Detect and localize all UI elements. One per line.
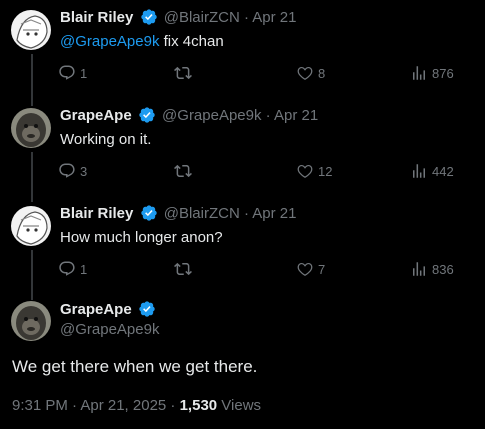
like-icon — [297, 164, 313, 178]
mention-link[interactable]: @GrapeApe9k — [60, 33, 159, 50]
views-label: Views — [217, 397, 262, 414]
views-button[interactable]: 836 — [410, 259, 454, 279]
like-count: 7 — [318, 261, 326, 277]
main-tweet-name-row: GrapeApe — [60, 300, 158, 320]
separator: · — [243, 9, 249, 26]
tweet-text-content: fix 4chan — [159, 33, 224, 50]
like-button[interactable]: 7 — [296, 259, 325, 279]
main-tweet-handle-row: @GrapeApe9k — [60, 320, 159, 340]
reply-icon — [59, 261, 75, 276]
separator: · — [265, 107, 271, 124]
repost-icon — [174, 262, 192, 276]
views-count: 442 — [432, 163, 454, 179]
thread-line — [31, 54, 33, 106]
avatar[interactable] — [11, 301, 51, 341]
reply-button[interactable]: 1 — [58, 63, 87, 83]
views-icon — [413, 262, 425, 276]
repost-icon — [174, 66, 192, 80]
like-count: 8 — [318, 65, 326, 81]
timestamp[interactable]: Apr 21 — [252, 9, 296, 26]
views-button[interactable]: 442 — [410, 161, 454, 181]
action-bar: 1 8 876 — [58, 63, 468, 83]
reply-button[interactable]: 3 — [58, 161, 87, 181]
views-count: 1,530 — [179, 397, 218, 414]
tweet-header: GrapeApe @GrapeApe9k · Apr 21 — [60, 106, 318, 126]
reply-icon — [59, 163, 75, 178]
tweet-header: Blair Riley @BlairZCN · Apr 21 — [60, 8, 297, 28]
like-icon — [297, 66, 313, 80]
tweet-text: Working on it. — [60, 131, 152, 148]
like-icon — [297, 262, 313, 276]
thread-line — [31, 152, 33, 202]
tweet-text: @GrapeApe9k fix 4chan — [60, 32, 224, 52]
verified-icon — [139, 107, 155, 123]
handle[interactable]: @GrapeApe9k — [162, 107, 261, 124]
main-tweet-text: We get there when we get there. — [12, 357, 258, 376]
views-icon — [413, 66, 425, 80]
tweet-meta: 9:31 PM · Apr 21, 2025 · 1,530 Views — [12, 396, 261, 416]
separator: · — [243, 205, 249, 222]
tweet-header: Blair Riley @BlairZCN · Apr 21 — [60, 204, 297, 224]
avatar[interactable] — [11, 108, 51, 148]
handle[interactable]: @BlairZCN — [164, 205, 240, 222]
reply-count: 1 — [80, 65, 88, 81]
like-button[interactable]: 12 — [296, 161, 332, 181]
action-bar: 1 7 836 — [58, 259, 468, 279]
display-name[interactable]: Blair Riley — [60, 205, 133, 222]
views-icon — [413, 164, 425, 178]
timestamp[interactable]: Apr 21 — [252, 205, 296, 222]
timestamp[interactable]: 9:31 PM · Apr 21, 2025 · — [12, 397, 180, 414]
display-name[interactable]: GrapeApe — [60, 107, 132, 124]
handle[interactable]: @BlairZCN — [164, 9, 240, 26]
tweet-text: How much longer anon? — [60, 229, 223, 246]
reply-count: 1 — [80, 261, 88, 277]
repost-icon — [174, 164, 192, 178]
verified-icon — [139, 301, 155, 317]
repost-button[interactable] — [174, 161, 196, 181]
timestamp[interactable]: Apr 21 — [274, 107, 318, 124]
like-button[interactable]: 8 — [296, 63, 325, 83]
display-name[interactable]: Blair Riley — [60, 9, 133, 26]
verified-icon — [140, 205, 157, 221]
like-count: 12 — [318, 163, 333, 179]
display-name[interactable]: GrapeApe — [60, 301, 132, 318]
thread-line — [31, 250, 33, 300]
repost-button[interactable] — [174, 63, 196, 83]
views-button[interactable]: 876 — [410, 63, 454, 83]
handle[interactable]: @GrapeApe9k — [60, 321, 159, 338]
reply-button[interactable]: 1 — [58, 259, 87, 279]
reply-count: 3 — [80, 163, 88, 179]
views-count: 876 — [432, 65, 454, 81]
avatar[interactable] — [11, 206, 51, 246]
action-bar: 3 12 442 — [58, 161, 468, 181]
avatar[interactable] — [11, 10, 51, 50]
views-count: 836 — [432, 261, 454, 277]
reply-icon — [59, 65, 75, 80]
verified-icon — [140, 9, 157, 25]
repost-button[interactable] — [174, 259, 196, 279]
